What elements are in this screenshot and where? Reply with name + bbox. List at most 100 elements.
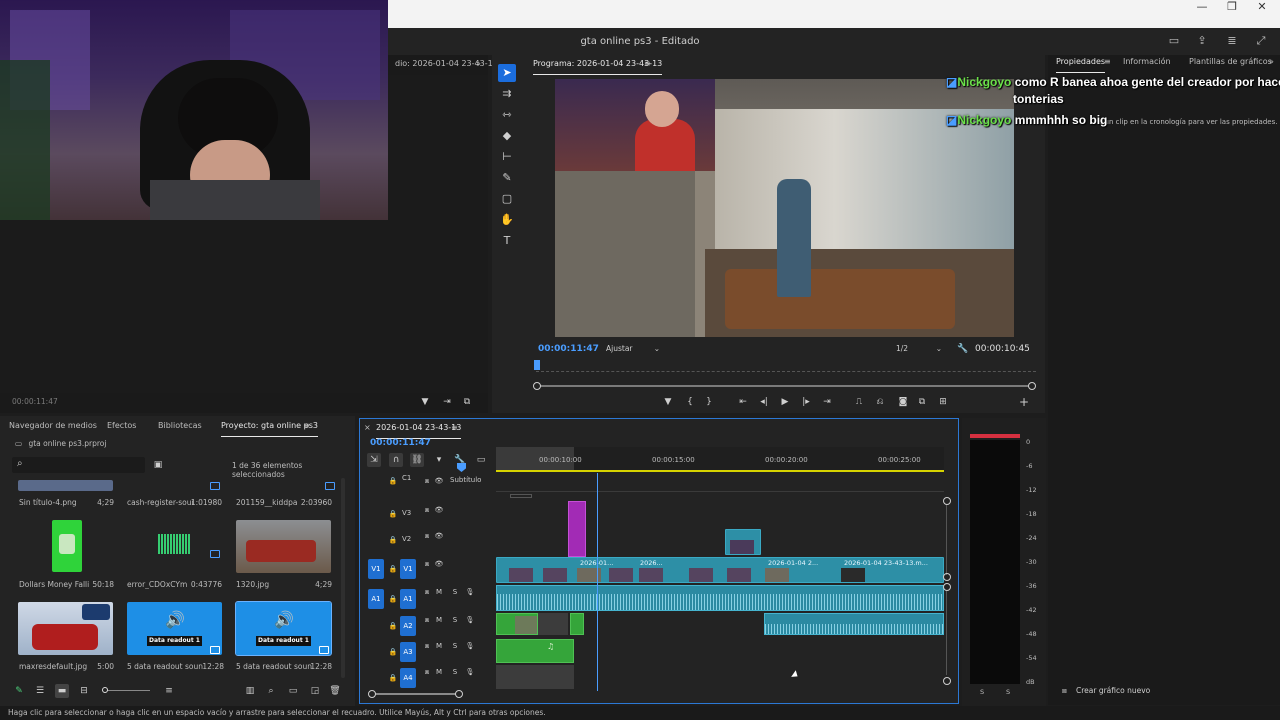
export-frame-icon[interactable]: ⧉ (460, 395, 474, 409)
program-playhead[interactable] (534, 360, 540, 370)
solo-button[interactable]: S (448, 613, 462, 627)
eye-icon[interactable]: 👁 (432, 474, 446, 488)
panel-layout-icon[interactable]: ▭ (1166, 34, 1182, 48)
audio-clip-a1[interactable] (496, 585, 944, 611)
lock-icon[interactable]: 🔒 (386, 562, 400, 576)
linked-selection-icon[interactable]: ⛓ (410, 453, 424, 467)
tab-information[interactable]: Información (1123, 55, 1171, 69)
lock-icon[interactable]: 🔒 (386, 507, 400, 521)
lock-icon[interactable]: 🔒 (386, 645, 400, 659)
tab-media-browser[interactable]: Navegador de medios (9, 419, 97, 433)
minimize-button[interactable]: — (1186, 0, 1218, 16)
project-search-input[interactable]: ⌕ (12, 457, 145, 473)
eye-icon[interactable]: 👁 (432, 557, 446, 571)
microphone-icon[interactable]: 🎙 (463, 585, 477, 599)
track-scrollbar[interactable] (946, 505, 947, 575)
add-button-icon[interactable]: + (1017, 395, 1031, 409)
fullscreen-icon[interactable]: ⤢ (1253, 34, 1269, 48)
icon-view-icon[interactable]: ▬ (55, 684, 69, 698)
audio-scrollbar[interactable] (946, 591, 947, 675)
new-bin-icon[interactable]: ▣ (151, 458, 165, 472)
restore-button[interactable]: ❐ (1216, 0, 1248, 16)
settings-icon[interactable]: ≣ (1224, 34, 1240, 48)
slider-handle[interactable] (102, 687, 108, 693)
properties-menu-icon[interactable]: ≡ (1104, 55, 1111, 69)
scroll-handle-right[interactable] (455, 690, 463, 698)
track-target-v1[interactable]: V1 (400, 559, 416, 579)
timeline-menu-icon[interactable]: ≡ (451, 421, 458, 435)
go-to-in-icon[interactable]: ⇤ (736, 395, 750, 409)
fit-select[interactable]: Ajustar ⌄ (606, 342, 666, 356)
new-item-icon[interactable]: ◲ (308, 684, 322, 698)
share-icon[interactable]: ⇪ (1194, 34, 1210, 48)
lock-icon[interactable]: 🔒 (386, 474, 400, 488)
thumbnail[interactable] (52, 520, 82, 572)
track-target-a3[interactable]: A3 (400, 642, 416, 662)
mark-in-icon[interactable]: { (683, 395, 697, 409)
thumbnail[interactable] (18, 602, 113, 655)
mute-button[interactable]: M (432, 585, 446, 599)
slip-tool-icon[interactable]: ⊢ (498, 148, 516, 166)
track-zoom-handle[interactable] (943, 497, 951, 505)
track-area[interactable]: 2026-01... 2026... 2026-01-04 2... 2026-… (496, 473, 944, 691)
mark-out-icon[interactable]: } (702, 395, 716, 409)
program-menu-icon[interactable]: ≡ (644, 57, 651, 71)
resolution-select[interactable]: 1/2 ⌄ (890, 342, 946, 356)
play-icon[interactable]: ▶ (778, 395, 792, 409)
project-menu-icon[interactable]: ≡ (303, 419, 310, 433)
audio-clip-a4-gap[interactable] (496, 665, 574, 689)
tab-graphic-templates[interactable]: Plantillas de gráficos (1189, 55, 1272, 69)
audio-clip-a2-green[interactable] (496, 613, 538, 635)
mute-button[interactable]: M (432, 665, 446, 679)
trash-icon[interactable]: 🗑 (328, 684, 342, 698)
thumbnail[interactable] (236, 520, 331, 573)
extract-icon[interactable]: ⎌ (873, 395, 887, 409)
eye-icon[interactable]: 👁 (432, 503, 446, 517)
audio-clip-a2-green[interactable] (570, 613, 584, 635)
track-target-a4[interactable]: A4 (400, 668, 416, 688)
lock-icon[interactable]: 🔒 (386, 619, 400, 633)
audio-clip-a2[interactable] (764, 613, 944, 635)
lock-icon[interactable]: 🔒 (386, 592, 400, 606)
captions-icon[interactable]: ▭ (474, 453, 488, 467)
tab-effects[interactable]: Efectos (107, 419, 136, 433)
list-view-icon[interactable]: ☰ (33, 684, 47, 698)
track-zoom-handle[interactable] (943, 573, 951, 581)
gap-clip[interactable] (538, 613, 568, 635)
panel-menu-chevron-icon[interactable]: » (476, 57, 481, 71)
sort-icon[interactable]: ≡ (162, 684, 176, 698)
panels-overflow-icon[interactable]: » (1269, 55, 1274, 69)
source-patch-v1[interactable]: V1 (368, 559, 384, 579)
lock-icon[interactable]: 🔒 (386, 533, 400, 547)
meter-solo-button[interactable]: S (1006, 688, 1010, 696)
camera-icon[interactable]: ◙ (896, 395, 910, 409)
ripple-edit-tool-icon[interactable]: ⇿ (498, 106, 516, 124)
freeform-view-icon[interactable]: ⊟ (77, 684, 91, 698)
automate-sequence-icon[interactable]: ▥ (243, 684, 257, 698)
wrench-icon[interactable]: 🔧 (956, 342, 970, 356)
lift-icon[interactable]: ⎍ (852, 395, 866, 409)
thumbnail[interactable] (18, 480, 113, 491)
timeline-close-icon[interactable]: × (364, 421, 371, 435)
clip-v2[interactable] (725, 529, 761, 555)
clip-v1-track[interactable]: 2026-01... 2026... 2026-01-04 2... 2026-… (496, 557, 944, 583)
timeline-timecode[interactable]: 00:00:11:47 (370, 438, 431, 448)
microphone-icon[interactable]: 🎙 (463, 665, 477, 679)
audio-waveform-thumb[interactable] (158, 534, 190, 554)
step-forward-icon[interactable]: |▸ (799, 395, 813, 409)
insert-overwrite-icon[interactable]: ⇲ (367, 453, 381, 467)
caption-clip[interactable] (510, 494, 532, 498)
add-marker-icon[interactable]: ▼ (661, 395, 675, 409)
pen-tool-icon[interactable]: ✎ (498, 169, 516, 187)
filter-icon[interactable]: ▼ (418, 395, 432, 409)
meter-solo-button[interactable]: S (980, 688, 984, 696)
insert-icon[interactable]: ⇥ (440, 395, 454, 409)
playhead-line[interactable] (597, 473, 598, 691)
solo-button[interactable]: S (448, 639, 462, 653)
solo-button[interactable]: S (448, 665, 462, 679)
program-ruler[interactable] (536, 364, 1036, 372)
new-bin-footer-icon[interactable]: ▭ (286, 684, 300, 698)
find-icon[interactable]: ⌕ (264, 684, 278, 698)
timeline-scrollbar[interactable] (370, 693, 460, 695)
thumbnail-selected[interactable]: 🔊 Data readout 1 (235, 601, 332, 656)
